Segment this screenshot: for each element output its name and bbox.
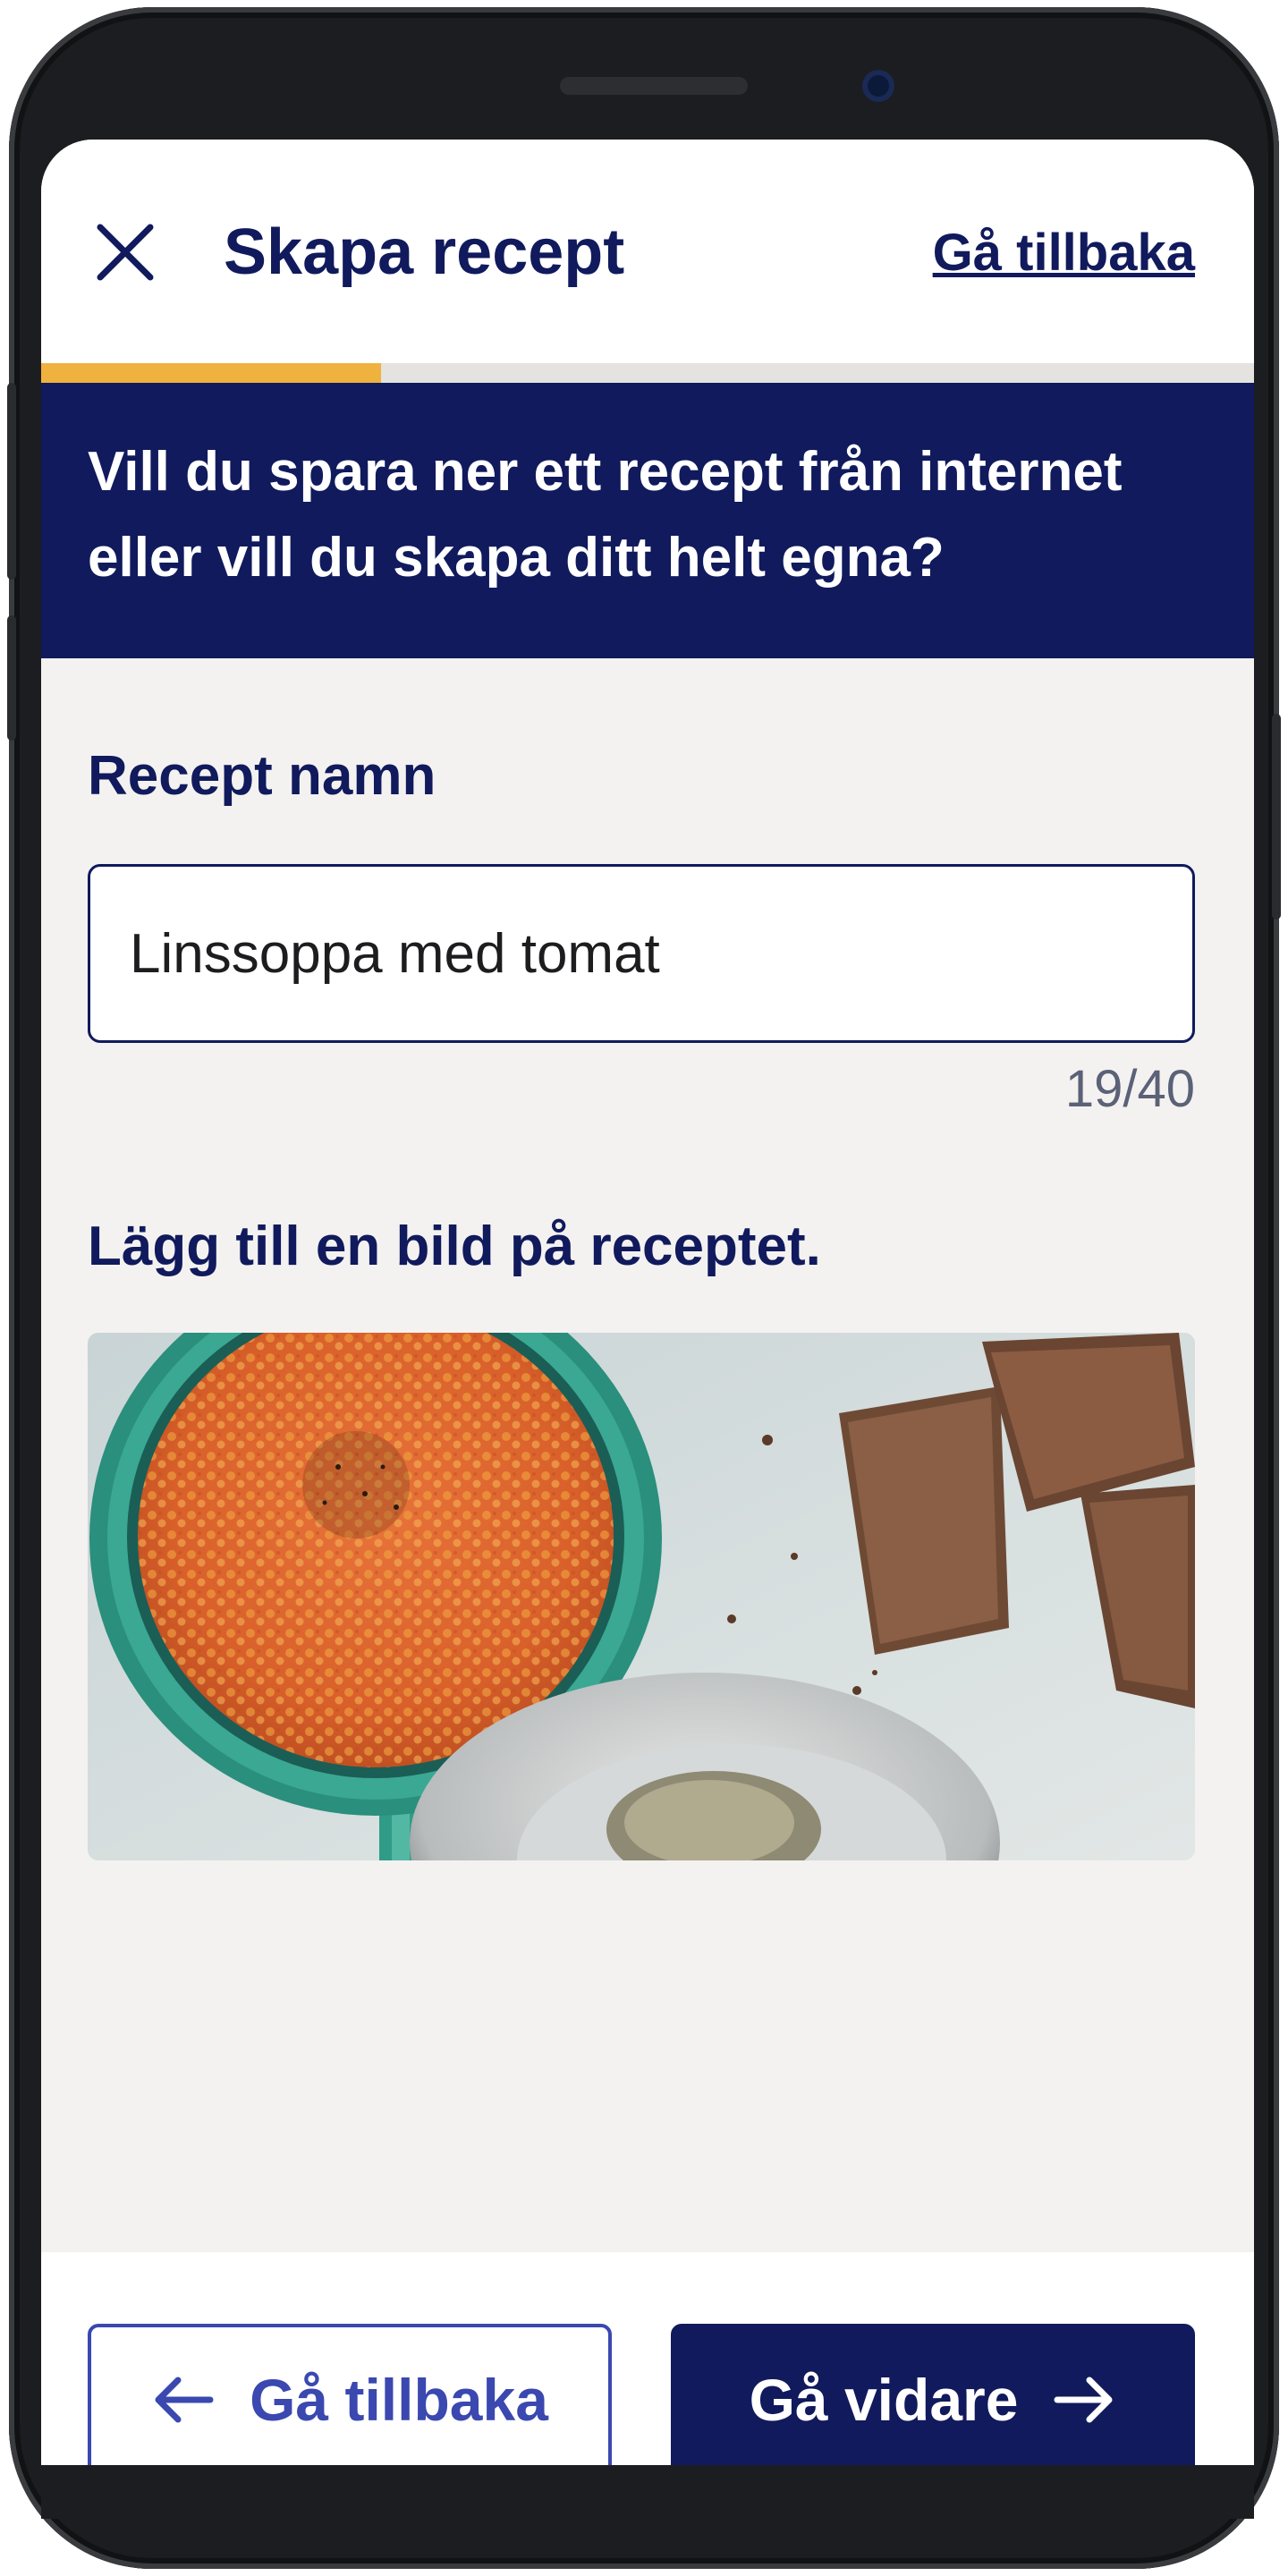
arrow-right-icon xyxy=(1054,2377,1113,2423)
front-camera xyxy=(862,70,894,102)
close-icon[interactable] xyxy=(95,222,156,283)
volume-button xyxy=(7,383,16,580)
power-button xyxy=(1272,714,1281,919)
earpiece-speaker xyxy=(560,77,748,95)
bottom-bezel xyxy=(41,2465,1254,2519)
banner-line-1: Vill du spara ner ett recept från intern… xyxy=(88,441,1123,503)
bixby-button xyxy=(7,615,16,741)
app-screen: Skapa recept Gå tillbaka Vill du spara n… xyxy=(41,140,1254,2465)
back-link[interactable]: Gå tillbaka xyxy=(933,222,1195,284)
recipe-name-input[interactable] xyxy=(88,864,1195,1043)
back-button[interactable]: Gå tillbaka xyxy=(88,2324,612,2465)
progress-fill xyxy=(41,363,381,383)
question-banner: Vill du spara ner ett recept från intern… xyxy=(41,383,1254,658)
footer-bar: Gå tillbaka Gå vidare xyxy=(41,2252,1254,2465)
app-header: Skapa recept Gå tillbaka xyxy=(41,140,1254,363)
banner-text: Vill du spara ner ett recept från intern… xyxy=(88,429,1208,601)
image-section-label: Lägg till en bild på receptet. xyxy=(88,1216,821,1277)
back-button-label: Gå tillbaka xyxy=(250,2367,548,2433)
progress-bar xyxy=(41,363,1254,383)
next-button-label: Gå vidare xyxy=(749,2367,1019,2433)
banner-line-2: eller vill du skapa ditt helt egna? xyxy=(88,527,945,589)
page-title: Skapa recept xyxy=(224,216,625,288)
recipe-image[interactable] xyxy=(88,1333,1195,1860)
next-button[interactable]: Gå vidare xyxy=(671,2324,1195,2465)
character-counter: 19/40 xyxy=(1064,1060,1195,1118)
recipe-name-label: Recept namn xyxy=(88,745,436,807)
soup-photo xyxy=(88,1333,1195,1860)
arrow-left-icon xyxy=(155,2377,214,2423)
